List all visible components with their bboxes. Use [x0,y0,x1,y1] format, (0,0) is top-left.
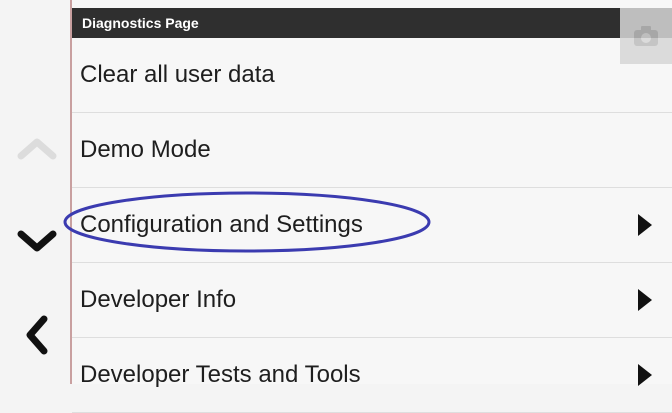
left-navigation-rail [0,0,70,384]
menu-item-developer-tests-tools[interactable]: Developer Tests and Tools [72,338,672,413]
chevron-up-icon [17,138,57,160]
submenu-arrow-icon [638,364,652,386]
menu-item-developer-info[interactable]: Developer Info [72,263,672,338]
menu-item-clear-user-data[interactable]: Clear all user data [72,38,672,113]
diagnostics-menu: Clear all user data Demo Mode Configurat… [72,38,672,413]
menu-item-label: Developer Info [80,286,237,313]
menu-item-label: Demo Mode [80,136,211,163]
scroll-up-button[interactable] [10,120,64,174]
chevron-left-icon [26,315,48,355]
page-title: Diagnostics Page [72,8,672,38]
menu-item-configuration-settings[interactable]: Configuration and Settings [72,188,672,263]
menu-item-label: Developer Tests and Tools [80,361,361,388]
submenu-arrow-icon [638,214,652,236]
back-button[interactable] [10,308,64,362]
scroll-down-button[interactable] [10,214,64,268]
menu-item-label: Clear all user data [80,61,275,88]
menu-item-label: Configuration and Settings [80,211,363,238]
submenu-arrow-icon [638,289,652,311]
menu-item-demo-mode[interactable]: Demo Mode [72,113,672,188]
diagnostics-panel: Diagnostics Page Clear all user data Dem… [72,0,672,413]
chevron-down-icon [17,230,57,252]
